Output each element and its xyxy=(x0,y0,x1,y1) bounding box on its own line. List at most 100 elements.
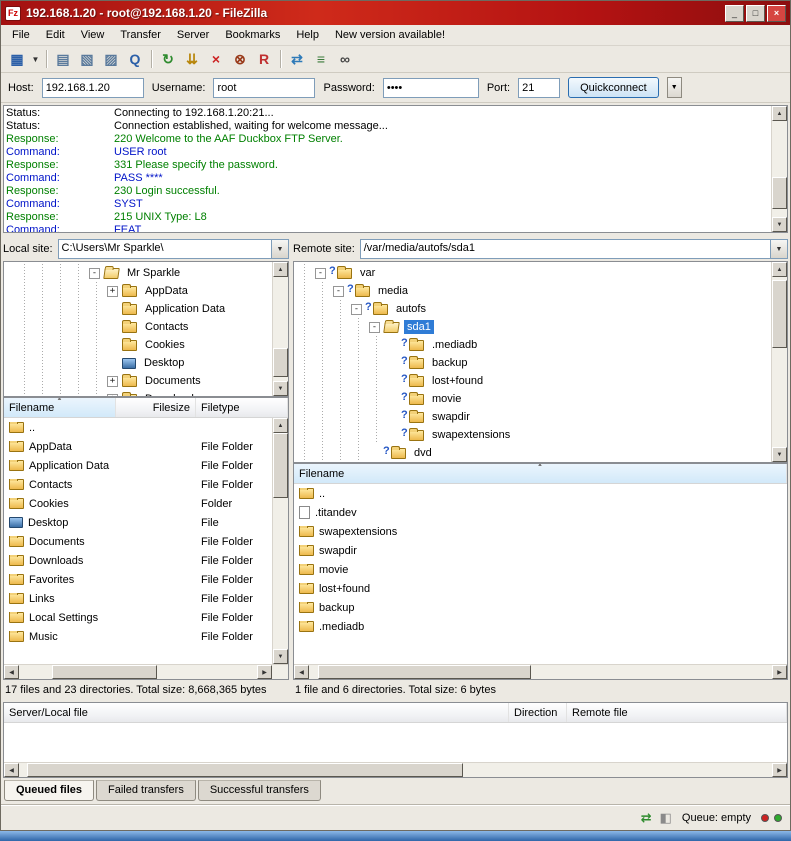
password-input[interactable] xyxy=(383,78,479,98)
scroll-track[interactable] xyxy=(19,665,257,679)
scroll-down-button[interactable]: ▼ xyxy=(772,447,787,462)
tree-item-mr-sparkle[interactable]: -Mr Sparkle xyxy=(6,264,272,282)
tree-item-lost-found[interactable]: +?lost+found xyxy=(296,372,771,390)
remote-file-row[interactable]: movie xyxy=(294,560,787,579)
scroll-right-button[interactable]: ▶ xyxy=(772,763,787,777)
scroll-thumb[interactable] xyxy=(772,280,787,348)
column-header-filesize[interactable]: Filesize xyxy=(116,398,196,417)
local-file-row[interactable]: .. xyxy=(4,418,272,437)
close-button[interactable]: × xyxy=(767,5,786,22)
column-header-filetype[interactable]: Filetype xyxy=(196,398,288,417)
scroll-right-button[interactable]: ▶ xyxy=(257,665,272,679)
scroll-right-button[interactable]: ▶ xyxy=(772,665,787,679)
tree-expander-icon[interactable]: - xyxy=(315,268,326,279)
cancel-operation-button[interactable]: × xyxy=(204,48,228,70)
username-input[interactable] xyxy=(213,78,315,98)
tree-item-dvd[interactable]: +?dvd xyxy=(296,444,771,462)
remote-file-row[interactable]: lost+found xyxy=(294,579,787,598)
scroll-track[interactable] xyxy=(309,665,772,679)
menu-item-bookmarks[interactable]: Bookmarks xyxy=(217,26,288,44)
tree-expander-icon[interactable]: - xyxy=(351,304,362,315)
disconnect-from-server-button[interactable]: ⊗ xyxy=(228,48,252,70)
tree-item-cookies[interactable]: +Cookies xyxy=(6,336,272,354)
scroll-track[interactable] xyxy=(772,121,787,217)
local-file-row[interactable]: Application DataFile Folder xyxy=(4,456,272,475)
scroll-track[interactable] xyxy=(772,277,787,447)
find-files-button[interactable]: ∞ xyxy=(333,48,357,70)
column-header-remote-file[interactable]: Remote file xyxy=(567,703,787,722)
scroll-up-button[interactable]: ▲ xyxy=(273,262,288,277)
remote-site-dropdown-button[interactable]: ▼ xyxy=(770,240,787,258)
local-file-row[interactable]: DesktopFile xyxy=(4,513,272,532)
open-site-manager-button[interactable]: ▦ xyxy=(5,48,29,70)
scroll-track[interactable] xyxy=(19,763,772,777)
tree-item-autofs[interactable]: -?autofs xyxy=(296,300,771,318)
tree-item-documents[interactable]: +Documents xyxy=(6,372,272,390)
host-input[interactable] xyxy=(42,78,144,98)
menu-item-new-version-available[interactable]: New version available! xyxy=(327,26,453,44)
tree-item-appdata[interactable]: +AppData xyxy=(6,282,272,300)
scroll-thumb[interactable] xyxy=(318,665,531,679)
column-header-filename[interactable]: Filename▲ xyxy=(4,398,116,417)
local-file-row[interactable]: LinksFile Folder xyxy=(4,589,272,608)
remote-file-row[interactable]: .mediadb xyxy=(294,617,787,636)
column-header-filename[interactable]: Filename▲ xyxy=(294,464,787,483)
tree-item-media[interactable]: -?media xyxy=(296,282,771,300)
scroll-thumb[interactable] xyxy=(27,763,464,777)
toggle-remote-tree-button[interactable]: ▨ xyxy=(99,48,123,70)
remote-file-row[interactable]: swapdir xyxy=(294,541,787,560)
menu-item-edit[interactable]: Edit xyxy=(38,26,73,44)
tree-expander-icon[interactable]: + xyxy=(107,394,118,397)
remote-file-row[interactable]: .titandev xyxy=(294,503,787,522)
port-input[interactable] xyxy=(518,78,560,98)
toggle-speed-limits-icon[interactable]: ⇄ xyxy=(641,811,652,824)
local-file-row[interactable]: FavoritesFile Folder xyxy=(4,570,272,589)
remote-list-hscrollbar[interactable]: ◀ ▶ xyxy=(294,664,787,679)
scroll-down-button[interactable]: ▼ xyxy=(772,217,787,232)
tree-expander-icon[interactable]: - xyxy=(369,322,380,333)
reconnect-button[interactable]: R xyxy=(252,48,276,70)
menu-item-server[interactable]: Server xyxy=(169,26,217,44)
scroll-up-button[interactable]: ▲ xyxy=(273,418,288,433)
scroll-left-button[interactable]: ◀ xyxy=(4,763,19,777)
menu-item-transfer[interactable]: Transfer xyxy=(112,26,169,44)
tree-item-swapdir[interactable]: +?swapdir xyxy=(296,408,771,426)
column-header-direction[interactable]: Direction xyxy=(509,703,567,722)
quickconnect-button[interactable]: Quickconnect xyxy=(568,77,659,98)
local-file-row[interactable]: DownloadsFile Folder xyxy=(4,551,272,570)
maximize-button[interactable]: □ xyxy=(746,5,765,22)
log-scrollbar[interactable]: ▲ ▼ xyxy=(771,106,787,232)
scroll-left-button[interactable]: ◀ xyxy=(4,665,19,679)
tab-failed-transfers[interactable]: Failed transfers xyxy=(96,780,196,801)
scroll-up-button[interactable]: ▲ xyxy=(772,262,787,277)
tree-item-sda1[interactable]: -sda1 xyxy=(296,318,771,336)
directory-comparison-button[interactable]: ⇄ xyxy=(285,48,309,70)
local-file-row[interactable]: Local SettingsFile Folder xyxy=(4,608,272,627)
local-file-row[interactable]: DocumentsFile Folder xyxy=(4,532,272,551)
minimize-button[interactable]: _ xyxy=(725,5,744,22)
remote-file-row[interactable]: swapextensions xyxy=(294,522,787,541)
tab-successful-transfers[interactable]: Successful transfers xyxy=(198,780,321,801)
remote-file-row[interactable]: backup xyxy=(294,598,787,617)
tree-item-application-data[interactable]: +Application Data xyxy=(6,300,272,318)
local-site-combo[interactable]: C:\Users\Mr Sparkle\ ▼ xyxy=(58,239,289,259)
scroll-track[interactable] xyxy=(273,277,288,381)
local-file-row[interactable]: AppDataFile Folder xyxy=(4,437,272,456)
directory-listing-filters-icon[interactable]: ◧ xyxy=(660,811,672,824)
scroll-down-button[interactable]: ▼ xyxy=(273,381,288,396)
local-tree-scrollbar[interactable]: ▲ ▼ xyxy=(272,262,288,396)
local-file-row[interactable]: ContactsFile Folder xyxy=(4,475,272,494)
scroll-thumb[interactable] xyxy=(273,433,288,498)
column-header-server-local-file[interactable]: Server/Local file xyxy=(4,703,509,722)
tree-item-var[interactable]: -?var xyxy=(296,264,771,282)
toggle-local-tree-button[interactable]: ▧ xyxy=(75,48,99,70)
tree-item-downloads[interactable]: +Downloads xyxy=(6,390,272,396)
queue-hscrollbar[interactable]: ◀ ▶ xyxy=(4,762,787,777)
synchronized-browsing-button[interactable]: ≡ xyxy=(309,48,333,70)
scroll-track[interactable] xyxy=(273,433,288,649)
local-list-hscrollbar[interactable]: ◀ ▶ xyxy=(4,664,288,679)
scroll-up-button[interactable]: ▲ xyxy=(772,106,787,121)
tree-expander-icon[interactable]: + xyxy=(107,376,118,387)
refresh-file-lists-button[interactable]: ↻ xyxy=(156,48,180,70)
tree-expander-icon[interactable]: - xyxy=(89,268,100,279)
